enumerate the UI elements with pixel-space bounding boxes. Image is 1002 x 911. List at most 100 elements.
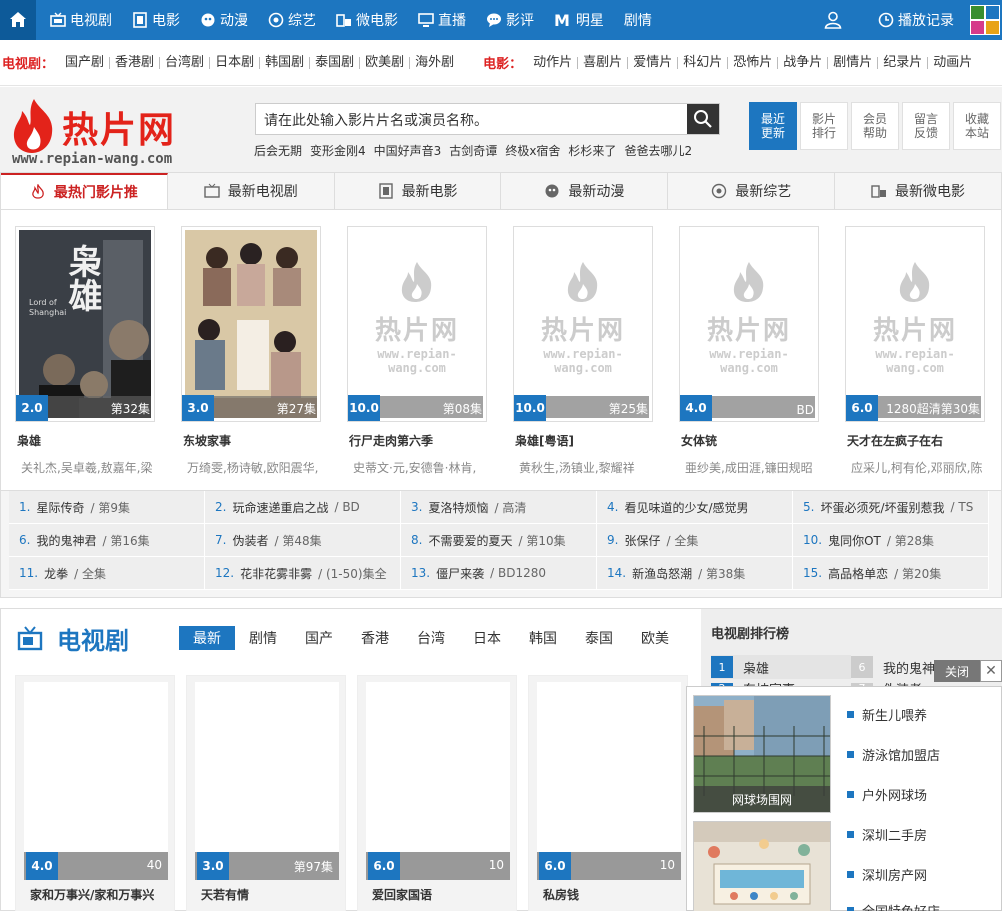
nav-live[interactable]: 直播 [408,0,476,40]
tv-tab[interactable]: 国产 [291,626,347,650]
tab-micro-film[interactable]: 最新微电影 [835,173,1001,209]
poster-card[interactable]: 热片网 www.repian-wang.com 4.0 BD [679,226,819,422]
list-item[interactable]: 13. 僵尸来袭 / BD1280 [401,557,597,590]
tv-tab[interactable]: 日本 [459,626,515,650]
cat-link[interactable]: 韩国剧 [260,56,311,69]
cat-link[interactable]: 国产剧 [60,56,111,69]
tv-tab[interactable]: 台湾 [403,626,459,650]
tv-card-image[interactable] [24,682,168,880]
nav-movie[interactable]: 电影 [122,0,190,40]
hot-keyword[interactable]: 中国好声音3 [374,142,442,159]
theme-switcher[interactable] [970,5,1000,35]
tv-tab[interactable]: 泰国 [571,626,627,650]
cat-link[interactable]: 日本剧 [210,56,261,69]
tv-tab[interactable]: 欧美 [627,626,683,650]
list-item[interactable]: 8. 不需要爱的夏天 / 第10集 [401,524,597,557]
tab-movie[interactable]: 最新电影 [335,173,502,209]
poster-image[interactable]: 热片网 www.repian-wang.com [683,230,815,418]
ad-link[interactable]: 游泳馆加盟店 [847,745,940,764]
tv-card-title[interactable]: 天若有情 [201,886,341,903]
ad-link[interactable]: 深圳二手房 [847,825,927,844]
poster-card[interactable]: 3.0 第27集 [181,226,321,422]
home-button[interactable] [0,0,36,40]
tv-tab[interactable]: 香港 [347,626,403,650]
tv-card-image[interactable] [537,682,681,880]
cat-link[interactable]: 爱情片 [628,56,679,69]
poster-title[interactable]: 女体铳 [681,432,826,449]
theme-green-swatch[interactable] [971,6,984,19]
search-input[interactable]: 请在此处输入影片片名或演员名称。 [256,104,687,134]
list-item[interactable]: 6. 我的鬼神君 / 第16集 [9,524,205,557]
hot-keyword[interactable]: 爸爸去哪儿2 [624,142,692,159]
poster-card[interactable]: 热片网 www.repian-wang.com 6.0 1280超清第30集 [845,226,985,422]
tv-card[interactable]: 3.0 第97集 天若有情 [186,675,346,911]
theme-pink-swatch[interactable] [971,21,984,34]
tv-rank-row[interactable]: 1 枭雄 [711,655,851,679]
tv-card[interactable]: 6.0 10 爱回家国语 [357,675,517,911]
poster-image[interactable]: 热片网 www.repian-wang.com [351,230,483,418]
tv-card-title[interactable]: 爱回家国语 [372,886,512,903]
list-item[interactable]: 4. 看见味道的少女/感觉男 [597,491,793,524]
ad-image[interactable] [693,821,831,911]
poster-title[interactable]: 行尸走肉第六季 [349,432,494,449]
poster-card[interactable]: 热片网 www.repian-wang.com 10.0 第08集 [347,226,487,422]
list-item[interactable]: 14. 新渔岛怒潮 / 第38集 [597,557,793,590]
cat-link[interactable]: 动作片 [528,56,579,69]
hot-keyword[interactable]: 变形金刚4 [310,142,366,159]
recent-update-button[interactable]: 最近 更新 [749,102,797,150]
feedback-button[interactable]: 留言 反馈 [902,102,950,150]
tv-tab[interactable]: 韩国 [515,626,571,650]
member-help-button[interactable]: 会员 帮助 [851,102,899,150]
cat-link[interactable]: 科幻片 [678,56,729,69]
poster-title[interactable]: 枭雄[粤语] [515,432,660,449]
cat-link[interactable]: 喜剧片 [578,56,629,69]
poster-card[interactable]: 热片网 www.repian-wang.com 10.0 第25集 [513,226,653,422]
ranking-button[interactable]: 影片 排行 [800,102,848,150]
theme-blue-swatch[interactable] [986,6,999,19]
list-item[interactable]: 2. 玩命速递重启之战 / BD [205,491,401,524]
nav-anime[interactable]: 动漫 [190,0,258,40]
ad-link[interactable]: 新生儿喂养 [847,705,927,724]
tv-tab[interactable]: 剧情 [235,626,291,650]
theme-orange-swatch[interactable] [986,21,999,34]
list-item[interactable]: 9. 张保仔 / 全集 [597,524,793,557]
tab-tv[interactable]: 最新电视剧 [168,173,335,209]
cat-link[interactable]: 剧情片 [828,56,879,69]
list-item[interactable]: 3. 夏洛特烦恼 / 高清 [401,491,597,524]
tv-card-image[interactable] [195,682,339,880]
ad-link[interactable]: 户外网球场 [847,785,927,804]
site-logo[interactable]: 热片网 www.repian-wang.com [10,95,190,169]
ad-link[interactable]: 全国特色好店 [847,901,940,911]
tab-anime[interactable]: 最新动漫 [501,173,669,209]
cat-link[interactable]: 欧美剧 [360,56,411,69]
cat-link[interactable]: 泰国剧 [310,56,361,69]
hot-keyword[interactable]: 后会无期 [254,142,302,159]
cat-link[interactable]: 动画片 [928,56,977,69]
poster-title[interactable]: 天才在左疯子在右 [847,432,992,449]
nav-tv[interactable]: 电视剧 [36,0,122,40]
list-item[interactable]: 11. 龙拳 / 全集 [9,557,205,590]
list-item[interactable]: 1. 星际传奇 / 第9集 [9,491,205,524]
search-button[interactable] [687,104,719,134]
ad-link[interactable]: 深圳房产网 [847,865,927,884]
list-item[interactable]: 5. 坏蛋必须死/坏蛋别惹我 / TS [793,491,989,524]
hot-keyword[interactable]: 终极x宿舍 [505,142,560,159]
cat-link[interactable]: 台湾剧 [160,56,211,69]
poster-image[interactable]: 热片网 www.repian-wang.com [849,230,981,418]
poster-image[interactable] [185,230,317,418]
cat-link[interactable]: 恐怖片 [728,56,779,69]
poster-card[interactable]: 枭雄 Lord of Shanghai 2.0 第32集 [15,226,155,422]
bookmark-button[interactable]: 收藏 本站 [953,102,1001,150]
cat-link[interactable]: 海外剧 [410,56,459,69]
nav-review[interactable]: 影评 [476,0,544,40]
nav-star[interactable]: M 明星 [544,0,614,40]
cat-link[interactable]: 战争片 [778,56,829,69]
poster-title[interactable]: 东坡家事 [183,432,328,449]
tv-card-image[interactable] [366,682,510,880]
ad-close-button[interactable]: 关闭 [934,660,980,682]
tab-hot[interactable]: 最热门影片推 [1,173,168,209]
hot-keyword[interactable]: 杉杉来了 [568,142,616,159]
list-item[interactable]: 7. 伪装者 / 第48集 [205,524,401,557]
tv-card[interactable]: 6.0 10 私房钱 [528,675,688,911]
ad-image[interactable]: 网球场围网 [693,695,831,813]
